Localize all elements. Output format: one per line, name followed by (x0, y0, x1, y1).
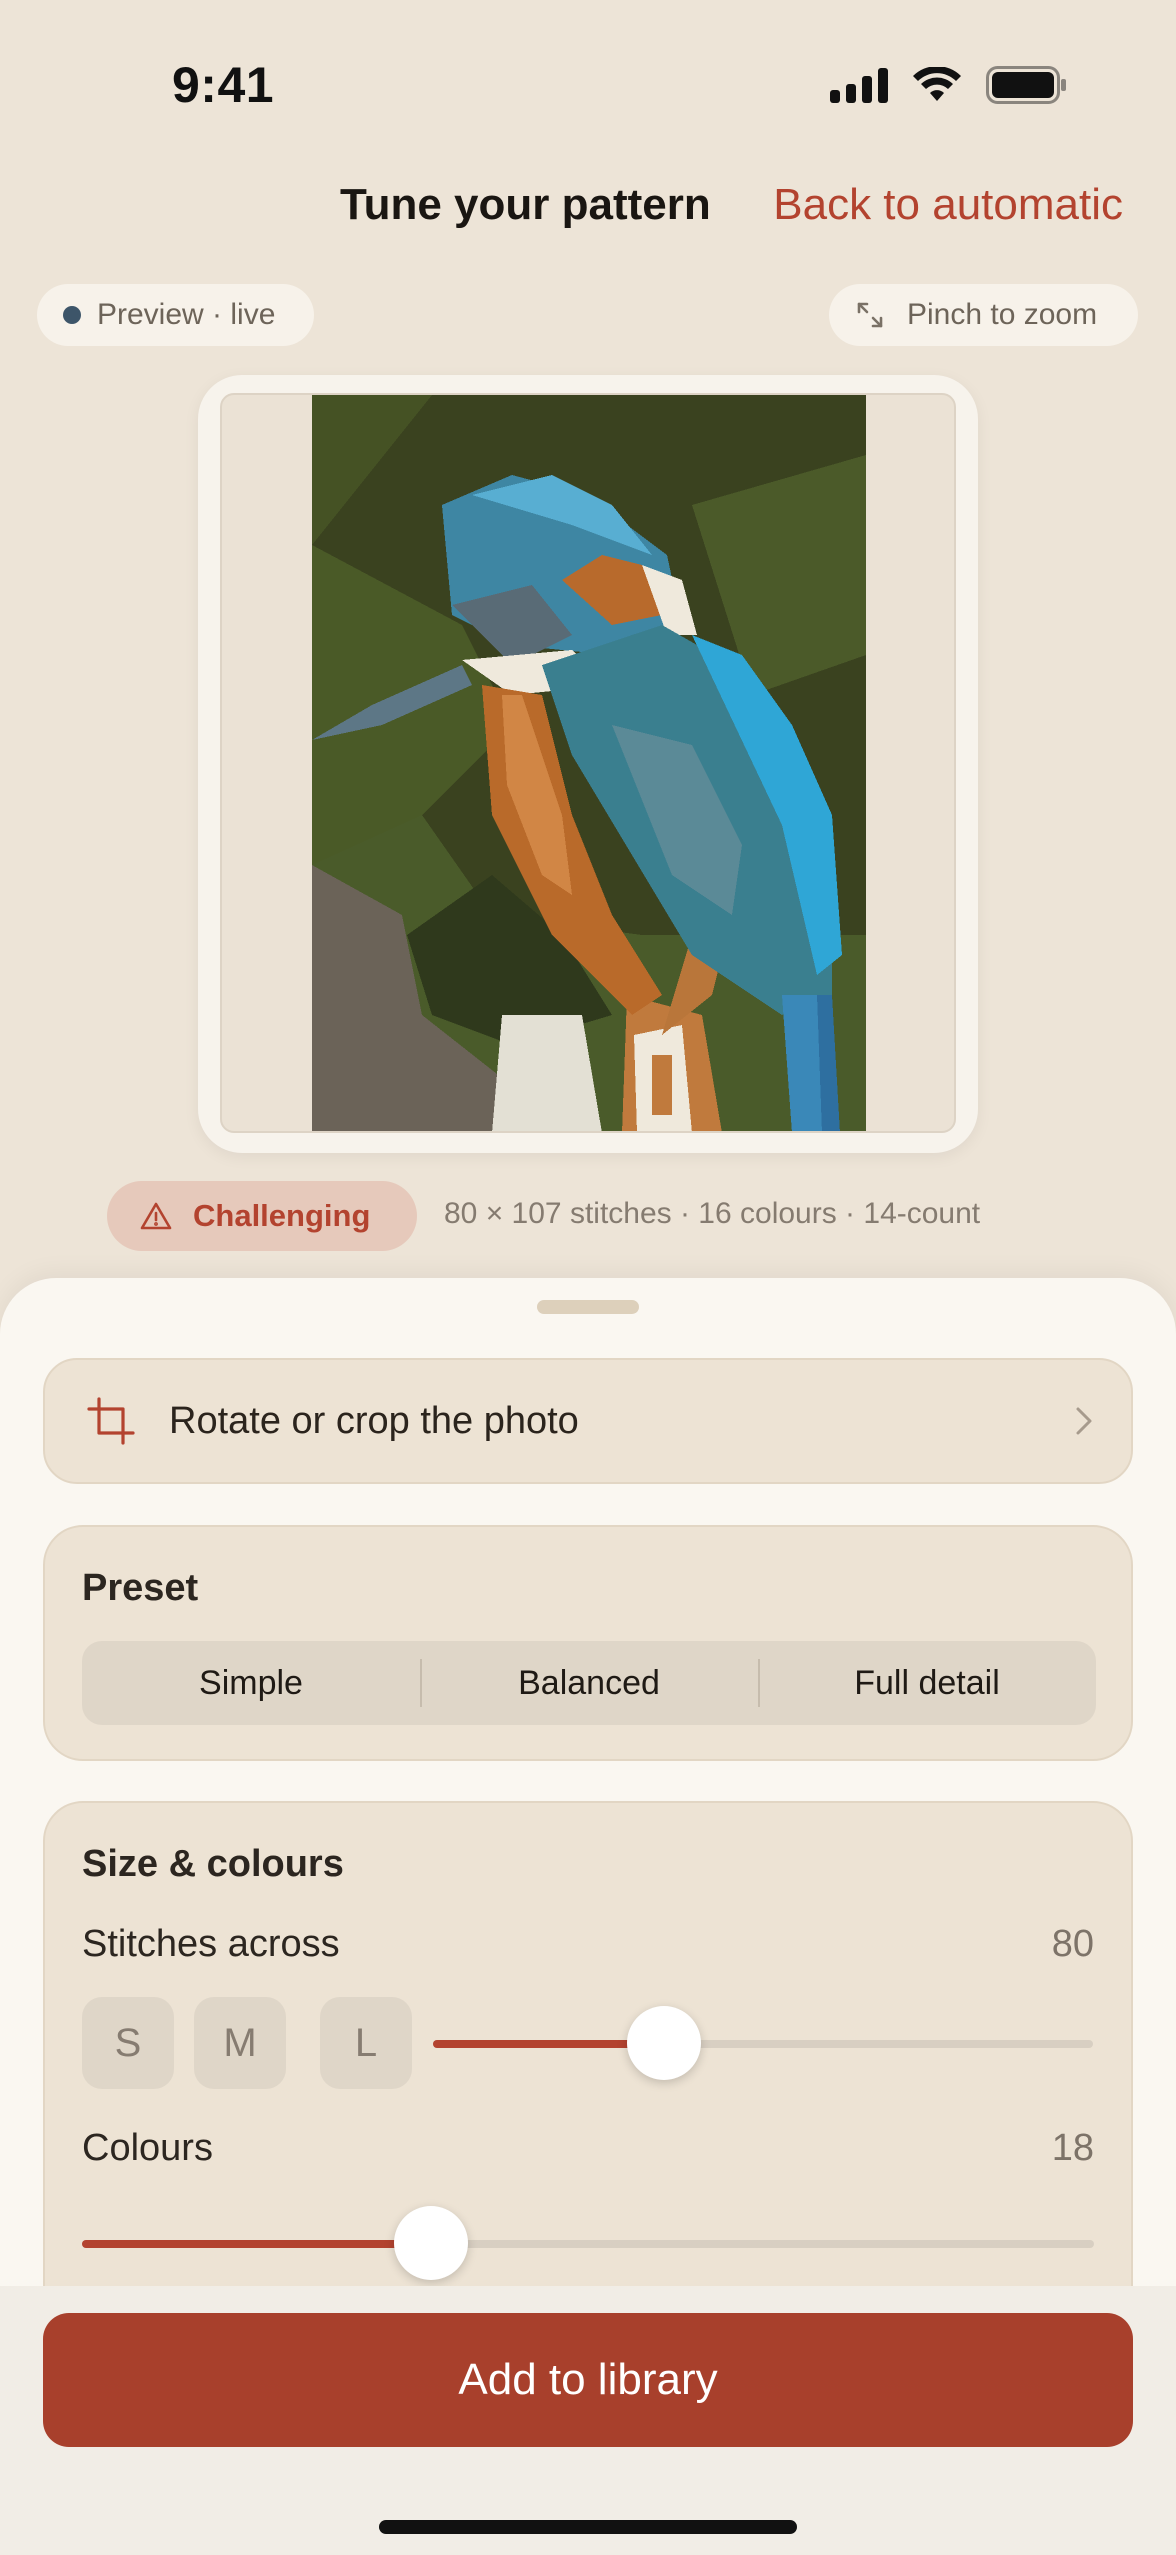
size-medium-button[interactable]: M (194, 1997, 286, 2089)
status-icons (830, 66, 1068, 104)
status-time: 9:41 (172, 57, 275, 113)
chevron-right-icon (1075, 1406, 1093, 1436)
nav-header: Tune your pattern Back to automatic (0, 180, 1176, 240)
pattern-preview-frame[interactable] (198, 375, 978, 1153)
colours-slider[interactable] (82, 2206, 1094, 2280)
slider-thumb[interactable] (394, 2206, 469, 2280)
slider-thumb[interactable] (627, 2006, 701, 2080)
rotate-crop-label: Rotate or crop the photo (169, 1399, 579, 1442)
stitches-across-label: Stitches across (82, 1923, 340, 1965)
preset-card: Preset Simple Balanced Full detail (43, 1525, 1133, 1761)
colours-value: 18 (1051, 2127, 1094, 2169)
stitches-across-slider[interactable] (433, 2006, 1093, 2080)
difficulty-badge[interactable]: Challenging (107, 1181, 417, 1251)
add-to-library-button[interactable]: Add to library (43, 2313, 1133, 2447)
wifi-icon (912, 67, 962, 103)
preset-balanced[interactable]: Balanced (420, 1641, 758, 1725)
pattern-stats: 80 × 107 stitches · 16 colours · 14-coun… (444, 1197, 981, 1230)
battery-icon (986, 66, 1068, 104)
screen: 9:41 Tune your pattern Back to automatic… (0, 0, 1176, 2555)
size-colours-title: Size & colours (82, 1843, 344, 1885)
kingfisher-pattern-image (312, 395, 866, 1131)
colours-label: Colours (82, 2127, 213, 2169)
rotate-crop-button[interactable]: Rotate or crop the photo (43, 1358, 1133, 1484)
cellular-signal-icon (830, 67, 888, 103)
status-bar: 9:41 (0, 0, 1176, 170)
bottom-action-bar: Add to library (0, 2286, 1176, 2555)
preview-live-label: Preview · live (97, 298, 276, 331)
stitches-across-value: 80 (1051, 1923, 1094, 1965)
preview-live-pill: Preview · live (37, 284, 314, 346)
preset-segmented-control: Simple Balanced Full detail (82, 1641, 1096, 1725)
preset-full-detail[interactable]: Full detail (758, 1641, 1096, 1725)
sheet-drag-handle[interactable] (537, 1300, 639, 1314)
difficulty-label: Challenging (193, 1198, 371, 1233)
pattern-preview-mat (220, 393, 956, 1133)
back-to-automatic-button[interactable]: Back to automatic (773, 180, 1123, 230)
page-title: Tune your pattern (340, 180, 711, 229)
size-small-button[interactable]: S (82, 1997, 174, 2089)
pinch-to-zoom-label: Pinch to zoom (907, 298, 1098, 331)
size-large-button[interactable]: L (320, 1997, 412, 2089)
home-indicator (379, 2520, 797, 2534)
crop-icon (87, 1397, 135, 1445)
warning-icon (139, 1201, 173, 1231)
preset-simple[interactable]: Simple (82, 1641, 420, 1725)
preset-title: Preset (82, 1567, 199, 1609)
slider-fill (82, 2240, 432, 2248)
pinch-to-zoom-pill: Pinch to zoom (829, 284, 1138, 346)
expand-icon (855, 300, 885, 330)
live-dot-icon (63, 306, 81, 324)
